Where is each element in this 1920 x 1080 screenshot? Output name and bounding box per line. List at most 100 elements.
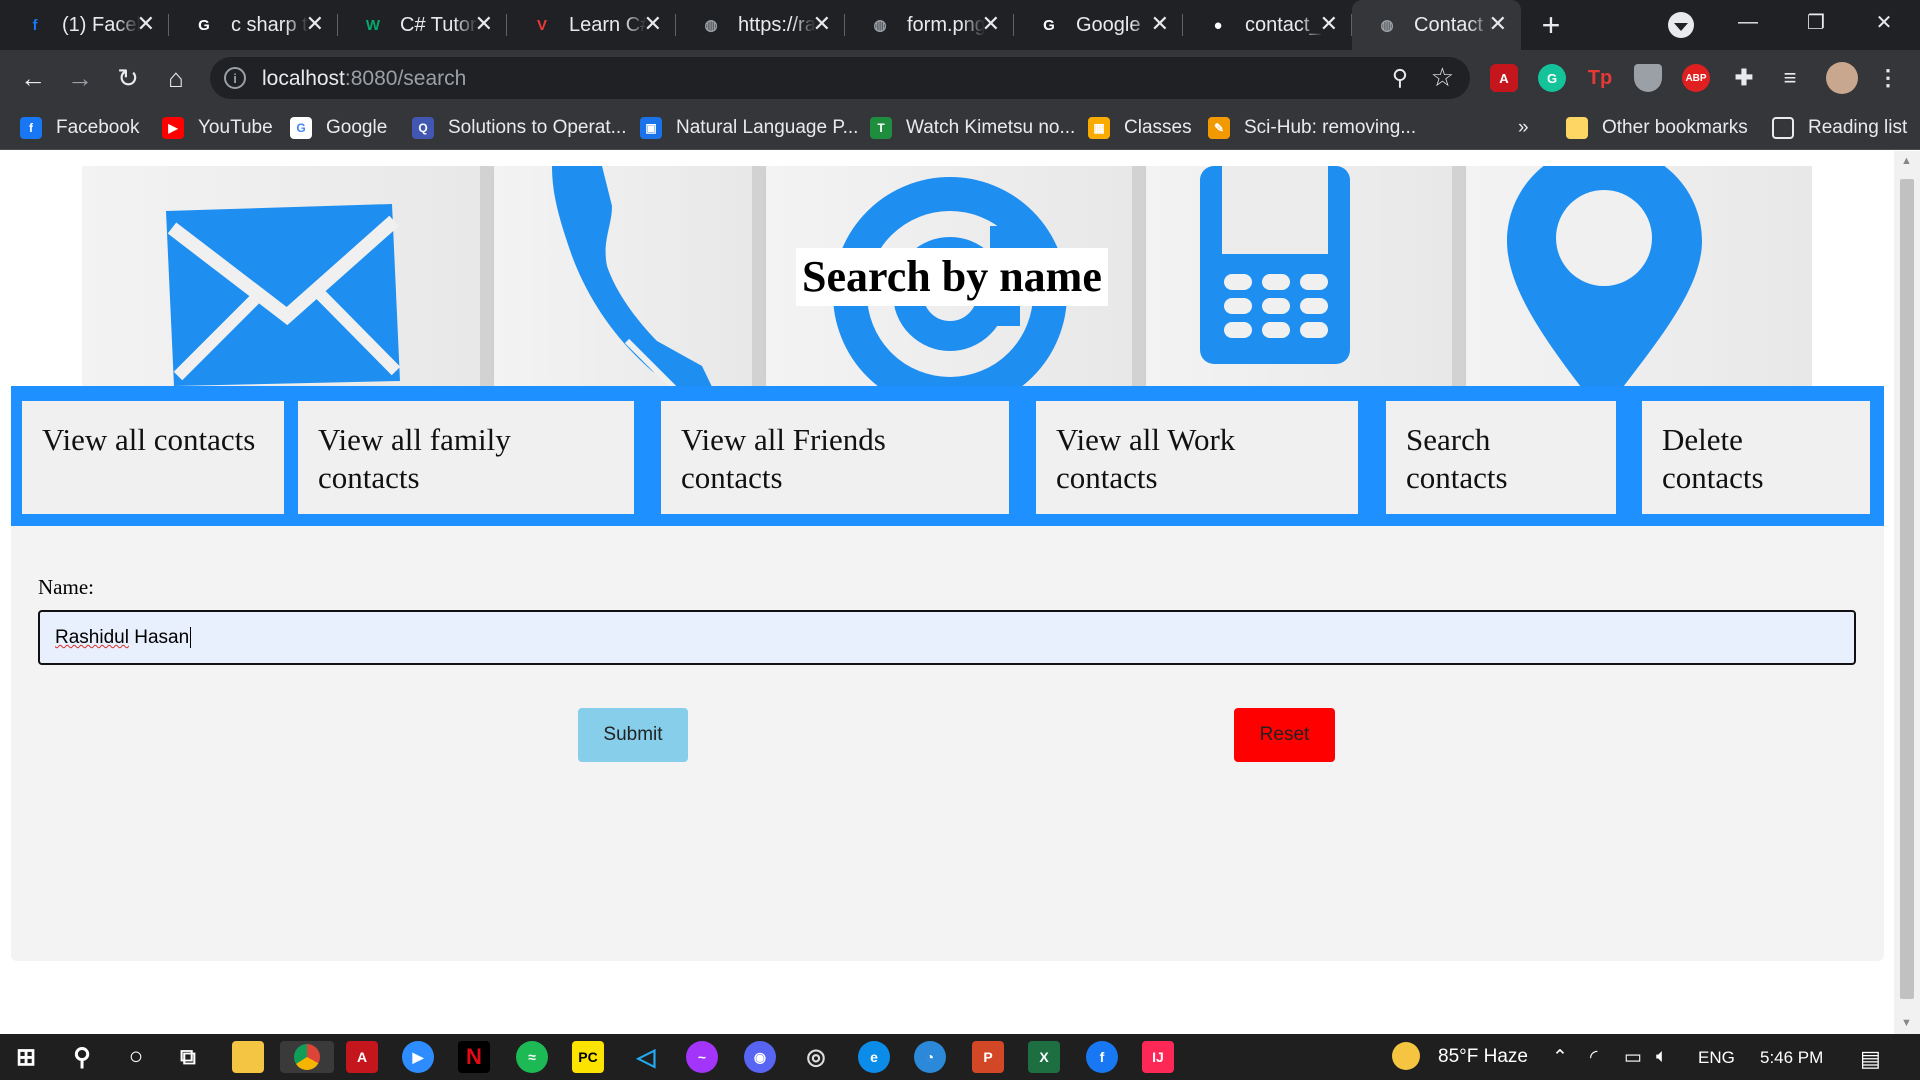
language-indicator[interactable]: ENG bbox=[1698, 1048, 1735, 1068]
tray-chevron-icon[interactable]: ⌃ bbox=[1552, 1046, 1568, 1069]
browser-tab[interactable]: ◍ form.png ✕ bbox=[845, 0, 1014, 50]
bookmark-item[interactable]: ▦ Classes bbox=[1088, 114, 1192, 142]
site-info-icon[interactable]: i bbox=[224, 67, 246, 89]
close-window-icon[interactable]: ✕ bbox=[1850, 0, 1918, 44]
chrome-icon[interactable] bbox=[280, 1041, 334, 1073]
page-scrollbar[interactable]: ▲ ▼ bbox=[1894, 151, 1920, 1034]
scroll-down-icon[interactable]: ▼ bbox=[1901, 1017, 1912, 1029]
tab-search-icon[interactable] bbox=[1668, 12, 1694, 38]
network-icon[interactable]: ◜ bbox=[1590, 1046, 1597, 1069]
bookmark-item[interactable]: T Watch Kimetsu no... bbox=[870, 114, 1075, 142]
bookmark-star-icon[interactable]: ☆ bbox=[1431, 62, 1454, 93]
bookmark-item[interactable]: ✎ Sci-Hub: removing... bbox=[1208, 114, 1416, 142]
bookmark-item[interactable]: G Google bbox=[290, 114, 387, 142]
volume-icon[interactable]: 🔈︎ bbox=[1656, 1046, 1667, 1068]
messenger-icon[interactable]: ~ bbox=[686, 1041, 718, 1073]
bookmark-item[interactable]: Q Solutions to Operat... bbox=[412, 114, 627, 142]
home-icon[interactable]: ⌂ bbox=[160, 62, 192, 94]
url-text[interactable]: localhost:8080/search bbox=[262, 67, 466, 91]
close-tab-icon[interactable]: ✕ bbox=[1320, 13, 1338, 35]
bookmark-item[interactable]: ▶ YouTube bbox=[162, 114, 273, 142]
close-tab-icon[interactable]: ✕ bbox=[813, 13, 831, 35]
nav-search[interactable]: Search contacts bbox=[1386, 401, 1616, 514]
scroll-thumb[interactable] bbox=[1900, 179, 1914, 999]
name-input[interactable]: Rashidul Hasan bbox=[38, 610, 1856, 665]
acrobat-icon[interactable]: A bbox=[346, 1041, 378, 1073]
browser-tab[interactable]: W C# Tutorial✕ bbox=[338, 0, 507, 50]
browser-tab[interactable]: V Learn C# ✕ bbox=[507, 0, 676, 50]
nav-view-work[interactable]: View all Work contacts bbox=[1036, 401, 1358, 514]
file-explorer-icon[interactable] bbox=[232, 1041, 264, 1073]
back-icon[interactable]: ← bbox=[17, 62, 49, 94]
address-bar[interactable]: i localhost:8080/search ⚲ ☆ bbox=[210, 57, 1470, 99]
close-tab-icon[interactable]: ✕ bbox=[644, 13, 662, 35]
close-tab-icon[interactable]: ✕ bbox=[306, 13, 324, 35]
reset-button[interactable]: Reset bbox=[1234, 708, 1335, 762]
submit-button[interactable]: Submit bbox=[578, 708, 688, 762]
bookmark-label: Sci-Hub: removing... bbox=[1244, 117, 1417, 138]
browser-tab[interactable]: G Google ✕ bbox=[1014, 0, 1183, 50]
bookmark-label: Classes bbox=[1124, 117, 1192, 138]
facebook-icon[interactable]: f bbox=[1086, 1041, 1118, 1073]
weather-icon[interactable] bbox=[1392, 1042, 1420, 1070]
intellij-icon[interactable]: IJ bbox=[1142, 1041, 1174, 1073]
close-tab-icon[interactable]: ✕ bbox=[475, 13, 493, 35]
browser-tab[interactable]: Gc sharp tutorial✕ bbox=[169, 0, 338, 50]
globe-icon: ◍ bbox=[873, 17, 887, 34]
nav-delete[interactable]: Delete contacts bbox=[1642, 401, 1870, 514]
adblock-extension-icon[interactable]: ABP bbox=[1682, 64, 1710, 92]
media-control-icon[interactable]: ≡ bbox=[1776, 64, 1804, 92]
browser-tab[interactable]: ◍ Contact Form✕ bbox=[1352, 0, 1521, 50]
minimize-icon[interactable]: — bbox=[1714, 0, 1782, 44]
tp-extension-icon[interactable]: Tp bbox=[1586, 64, 1614, 92]
clock[interactable]: 5:46 PM bbox=[1760, 1048, 1823, 1068]
browser-toolbar: ← → ↻ ⌂ i localhost:8080/search ⚲ ☆ A G … bbox=[0, 50, 1920, 106]
discord-icon[interactable]: ◉ bbox=[744, 1041, 776, 1073]
reload-icon[interactable]: ↻ bbox=[112, 62, 144, 94]
spotify-icon[interactable]: ≈ bbox=[516, 1041, 548, 1073]
speedtest-icon[interactable]: ◔ bbox=[914, 1041, 946, 1073]
bookmark-item[interactable]: ▣ Natural Language P... bbox=[640, 114, 858, 142]
search-icon[interactable]: ⚲ bbox=[66, 1041, 98, 1073]
bookmarks-overflow-icon[interactable]: » bbox=[1518, 114, 1529, 142]
task-view-icon[interactable]: ⧉ bbox=[172, 1041, 204, 1073]
close-tab-icon[interactable]: ✕ bbox=[1489, 13, 1507, 35]
weather-text[interactable]: 85°F Haze bbox=[1438, 1046, 1528, 1068]
obs-icon[interactable]: ◎ bbox=[800, 1041, 832, 1073]
edge-icon[interactable]: e bbox=[858, 1041, 890, 1073]
grammarly-extension-icon[interactable]: G bbox=[1538, 64, 1566, 92]
nav-view-friends[interactable]: View all Friends contacts bbox=[661, 401, 1009, 514]
vscode-icon[interactable]: ◁ bbox=[630, 1041, 662, 1073]
contacts-nav: View all contacts View all family contac… bbox=[11, 386, 1884, 526]
close-tab-icon[interactable]: ✕ bbox=[137, 13, 155, 35]
acrobat-extension-icon[interactable]: A bbox=[1490, 64, 1518, 92]
restore-icon[interactable]: ❐ bbox=[1782, 0, 1850, 44]
shield-extension-icon[interactable] bbox=[1634, 64, 1662, 92]
close-tab-icon[interactable]: ✕ bbox=[982, 13, 1000, 35]
reading-list[interactable]: Reading list bbox=[1772, 114, 1907, 142]
browser-tab[interactable]: ◍ https://raw✕ bbox=[676, 0, 845, 50]
extensions-icon[interactable]: ✚ bbox=[1730, 64, 1758, 92]
bookmark-item[interactable]: f Facebook bbox=[20, 114, 139, 142]
forward-icon[interactable]: → bbox=[64, 62, 96, 94]
close-tab-icon[interactable]: ✕ bbox=[1151, 13, 1169, 35]
zoom-icon[interactable]: ⚲ bbox=[1392, 65, 1408, 91]
notifications-icon[interactable]: ▤ bbox=[1860, 1046, 1881, 1072]
nav-view-family[interactable]: View all family contacts bbox=[298, 401, 634, 514]
browser-tab[interactable]: f (1) Facebook✕ bbox=[0, 0, 169, 50]
zoom-icon[interactable]: ▶ bbox=[402, 1041, 434, 1073]
other-bookmarks[interactable]: Other bookmarks bbox=[1566, 114, 1748, 142]
battery-icon[interactable]: ▭ bbox=[1624, 1046, 1642, 1069]
menu-kebab-icon[interactable]: ⋮ bbox=[1874, 64, 1902, 92]
avatar[interactable] bbox=[1826, 62, 1858, 94]
scroll-up-icon[interactable]: ▲ bbox=[1901, 155, 1912, 167]
pycharm-icon[interactable]: PC bbox=[572, 1041, 604, 1073]
new-tab-button[interactable]: + bbox=[1521, 0, 1581, 50]
excel-icon[interactable]: X bbox=[1028, 1041, 1060, 1073]
netflix-icon[interactable]: N bbox=[458, 1041, 490, 1073]
powerpoint-icon[interactable]: P bbox=[972, 1041, 1004, 1073]
nav-view-all[interactable]: View all contacts bbox=[22, 401, 284, 514]
browser-tab[interactable]: ● contact_db✕ bbox=[1183, 0, 1352, 50]
windows-start-icon[interactable]: ⊞ bbox=[10, 1041, 42, 1073]
cortana-icon[interactable]: ○ bbox=[120, 1041, 152, 1073]
